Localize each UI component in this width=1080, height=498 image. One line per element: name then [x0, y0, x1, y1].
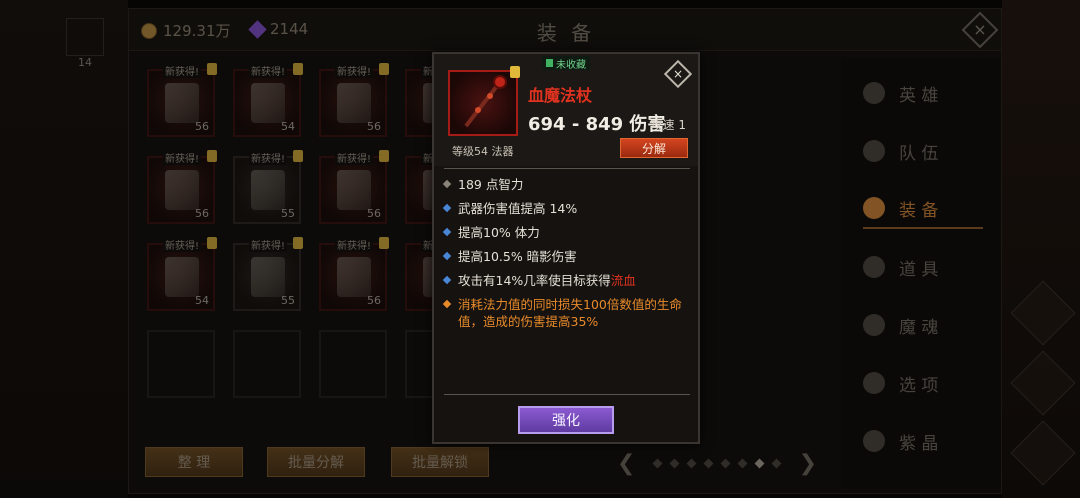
lock-icon[interactable] — [510, 66, 520, 78]
stat-line: 提高10.5% 暗影伤害 — [442, 248, 692, 265]
dismantle-button[interactable]: 分解 — [620, 138, 688, 158]
stat-text: 消耗法力值的同时损失100倍数值的生命值，造成的伤害提高35% — [458, 297, 682, 329]
close-icon: × — [672, 67, 684, 81]
diamond-bullet-icon — [442, 203, 452, 213]
book-icon — [546, 59, 553, 67]
stat-text: 189 点智力 — [458, 177, 524, 192]
diamond-bullet-icon — [442, 227, 452, 237]
enhance-button[interactable]: 强化 — [518, 406, 614, 434]
diamond-bullet-icon — [442, 299, 452, 309]
item-level-class: 等级54 法器 — [452, 145, 514, 158]
bleed-keyword: 流血 — [610, 273, 636, 288]
attack-speed: 攻速 1 — [650, 118, 686, 132]
stat-text: 提高10.5% 暗影伤害 — [458, 249, 577, 264]
favorite-tag[interactable]: 未收藏 — [542, 56, 590, 71]
favorite-tag-label: 未收藏 — [556, 59, 586, 71]
stat-text: 武器伤害值提高 14% — [458, 201, 578, 216]
stat-line: 攻击有14%几率使目标获得流血 — [442, 272, 692, 289]
divider — [444, 168, 690, 169]
item-stats: 189 点智力武器伤害值提高 14% 提高10% 体力提高10.5% 暗影伤害攻击… — [442, 176, 692, 337]
item-name: 血魔法杖 — [528, 86, 593, 105]
tooltip-header: 未收藏 血魔法杖 694 - 849 伤害 攻速 1 等级54 法器 分解 × — [434, 54, 698, 166]
staff-icon — [464, 75, 507, 128]
stat-line: 武器伤害值提高 14% — [442, 200, 692, 217]
stat-line: 189 点智力 — [442, 176, 692, 193]
stat-line: 提高10% 体力 — [442, 224, 692, 241]
stat-line: 消耗法力值的同时损失100倍数值的生命值，造成的伤害提高35% — [442, 296, 692, 330]
stat-text: 攻击有14%几率使目标获得 — [458, 273, 611, 288]
item-tooltip: 未收藏 血魔法杖 694 - 849 伤害 攻速 1 等级54 法器 分解 × … — [432, 52, 700, 444]
divider — [444, 394, 690, 395]
item-image — [448, 70, 518, 136]
diamond-bullet-icon — [442, 179, 452, 189]
stat-text: 提高10% 体力 — [458, 225, 540, 240]
diamond-bullet-icon — [442, 251, 452, 261]
diamond-bullet-icon — [442, 275, 452, 285]
item-damage: 694 - 849 伤害 — [528, 114, 666, 135]
tooltip-close-button[interactable]: × — [663, 59, 693, 89]
